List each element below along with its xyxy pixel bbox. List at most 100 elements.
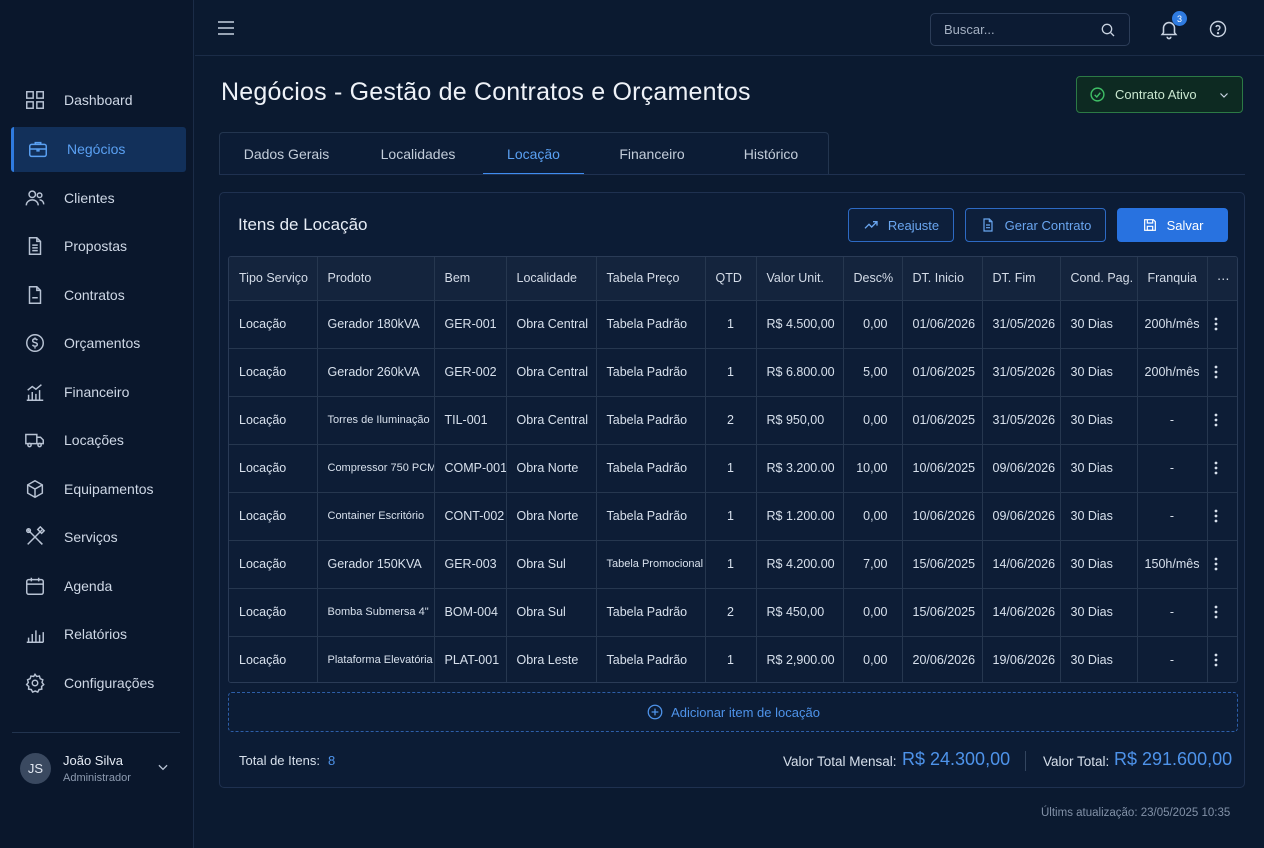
table-row[interactable]: Locação Container Escritório CONT-002 Obra … — [229, 492, 1238, 541]
sidebar-item-dashboard[interactable]: Dashboard — [0, 76, 194, 125]
column-options-button[interactable]: ⋯ — [1207, 257, 1237, 301]
sidebar-item-clientes[interactable]: Clientes — [0, 174, 194, 223]
rental-items-table: Tipo Serviço Prodoto Bem Localidade Tabe… — [228, 256, 1238, 683]
more-vertical-icon[interactable] — [1208, 364, 1238, 380]
add-rental-item-button[interactable]: Adicionar item de locação — [228, 692, 1238, 732]
tab-dados-gerais[interactable]: Dados Gerais — [220, 133, 353, 175]
table-cell: GER-003 — [434, 540, 507, 589]
more-vertical-icon[interactable] — [1208, 508, 1238, 524]
sidebar-item-servicos[interactable]: Serviços — [0, 513, 194, 562]
table-cell: Gerador 150KVA — [317, 540, 435, 589]
table-row[interactable]: Locação Compressor 750 PCM COMP-001 Obra No… — [229, 444, 1238, 493]
gerar-contrato-button[interactable]: Gerar Contrato — [965, 208, 1106, 242]
table-row[interactable]: Locação Bomba Submersa 4" BOM-004 Obra Sul T… — [229, 588, 1238, 637]
more-vertical-icon[interactable] — [1208, 316, 1238, 332]
table-header-row: Tipo Serviço Prodoto Bem Localidade Tabe… — [229, 257, 1237, 301]
table-row[interactable]: Locação Gerador 150KVA GER-003 Obra Sul Tabe… — [229, 540, 1238, 589]
table-cell: TIL-001 — [434, 396, 507, 445]
sidebar-item-agenda[interactable]: Agenda — [0, 562, 194, 611]
tab-localidades[interactable]: Localidades — [353, 133, 483, 175]
sidebar-item-label: Orçamentos — [64, 335, 141, 352]
sidebar-item-configuracoes[interactable]: Configurações — [0, 659, 194, 708]
row-actions-cell — [1207, 396, 1238, 445]
table-cell: 5,00 — [843, 348, 903, 397]
users-icon — [24, 187, 46, 209]
more-vertical-icon[interactable] — [1208, 460, 1238, 476]
tab-historico[interactable]: Histórico — [720, 133, 822, 175]
chevron-down-icon[interactable] — [156, 760, 170, 774]
column-header[interactable]: Prodoto — [317, 257, 435, 301]
more-vertical-icon[interactable] — [1208, 652, 1238, 668]
table-row[interactable]: Locação Plataforma Elevatória PLAT-001 Obra… — [229, 636, 1238, 682]
table-cell: - — [1137, 636, 1208, 682]
sidebar-item-label: Clientes — [64, 189, 115, 206]
sidebar-item-financeiro[interactable]: Financeiro — [0, 368, 194, 417]
column-header[interactable]: DT. Inicio — [902, 257, 983, 301]
search-input[interactable] — [944, 22, 1094, 37]
page-title: Negócios - Gestão de Contratos e Orçamen… — [221, 78, 751, 106]
sidebar-item-orcamentos[interactable]: Orçamentos — [0, 319, 194, 368]
column-header[interactable]: Desc% — [843, 257, 903, 301]
table-cell: 15/06/2025 — [902, 588, 983, 637]
user-menu[interactable]: JS João Silva Administrador — [20, 750, 180, 786]
total-items-count: 8 — [327, 753, 336, 768]
gear-icon — [24, 672, 46, 694]
save-button[interactable]: Salvar — [1117, 208, 1228, 242]
column-header[interactable]: Franquia — [1137, 257, 1208, 301]
table-cell: GER-002 — [434, 348, 507, 397]
column-header[interactable]: Bem — [434, 257, 507, 301]
hamburger-menu-icon[interactable] — [217, 20, 235, 36]
grand-total-value: R$ 291.600,00 — [1114, 749, 1233, 769]
table-cell: 1 — [705, 492, 757, 541]
sidebar-item-locacoes[interactable]: Locações — [0, 416, 194, 465]
sidebar-item-relatorios[interactable]: Relatórios — [0, 610, 194, 659]
table-cell: Locação — [229, 300, 318, 349]
column-header[interactable]: Valor Unit. — [756, 257, 844, 301]
table-cell: Locação — [229, 636, 318, 682]
table-row[interactable]: Locação Gerador 260kVA GER-002 Obra Central… — [229, 348, 1238, 397]
tab-locacao[interactable]: Locação — [483, 133, 584, 175]
table-row[interactable]: Locação Torres de Iluminação TIL-001 Obra C… — [229, 396, 1238, 445]
row-actions-cell — [1207, 300, 1238, 349]
column-header[interactable]: QTD — [705, 257, 757, 301]
sidebar-item-equipamentos[interactable]: Equipamentos — [0, 465, 194, 514]
totals-divider — [1025, 751, 1026, 771]
table-cell: R$ 450,00 — [756, 588, 844, 637]
more-vertical-icon[interactable] — [1208, 556, 1238, 572]
column-header[interactable]: Tabela Preço — [596, 257, 706, 301]
sidebar-item-contratos[interactable]: Contratos — [0, 271, 194, 320]
table-row[interactable]: Locação Gerador 180kVA GER-001 Obra Central… — [229, 300, 1238, 349]
tab-financeiro[interactable]: Financeiro — [584, 133, 720, 175]
table-cell: Locação — [229, 492, 318, 541]
column-header[interactable]: Tipo Serviço — [229, 257, 318, 301]
column-header[interactable]: Localidade — [506, 257, 597, 301]
table-cell: 0,00 — [843, 588, 903, 637]
more-vertical-icon[interactable] — [1208, 412, 1238, 428]
column-header[interactable]: DT. Fim — [982, 257, 1061, 301]
total-items: Total de Itens: 8 — [239, 753, 335, 768]
briefcase-icon — [27, 138, 49, 160]
save-icon — [1142, 217, 1158, 233]
table-cell: 2 — [705, 588, 757, 637]
table-cell: Locação — [229, 540, 318, 589]
plus-circle-icon — [646, 703, 664, 721]
table-cell: - — [1137, 492, 1208, 541]
table-cell: 14/06/2026 — [982, 540, 1061, 589]
table-cell: 7,00 — [843, 540, 903, 589]
table-cell: Tabela Padrão — [596, 492, 706, 541]
reajuste-button[interactable]: Reajuste — [848, 208, 954, 242]
contract-status-dropdown[interactable]: Contrato Ativo — [1076, 76, 1243, 113]
table-cell: R$ 1.200.00 — [756, 492, 844, 541]
sidebar-item-negocios[interactable]: Negócios — [11, 126, 186, 172]
search-icon[interactable] — [1100, 22, 1116, 38]
table-cell: R$ 2,900.00 — [756, 636, 844, 682]
table-cell: Tabela Padrão — [596, 396, 706, 445]
avatar: JS — [20, 752, 51, 784]
help-icon[interactable] — [1208, 19, 1228, 39]
tools-icon — [24, 526, 46, 548]
table-cell: 19/06/2026 — [982, 636, 1061, 682]
column-header[interactable]: Cond. Pag. — [1060, 257, 1138, 301]
table-cell: BOM-004 — [434, 588, 507, 637]
sidebar-item-propostas[interactable]: Propostas — [0, 222, 194, 271]
more-vertical-icon[interactable] — [1208, 604, 1238, 620]
